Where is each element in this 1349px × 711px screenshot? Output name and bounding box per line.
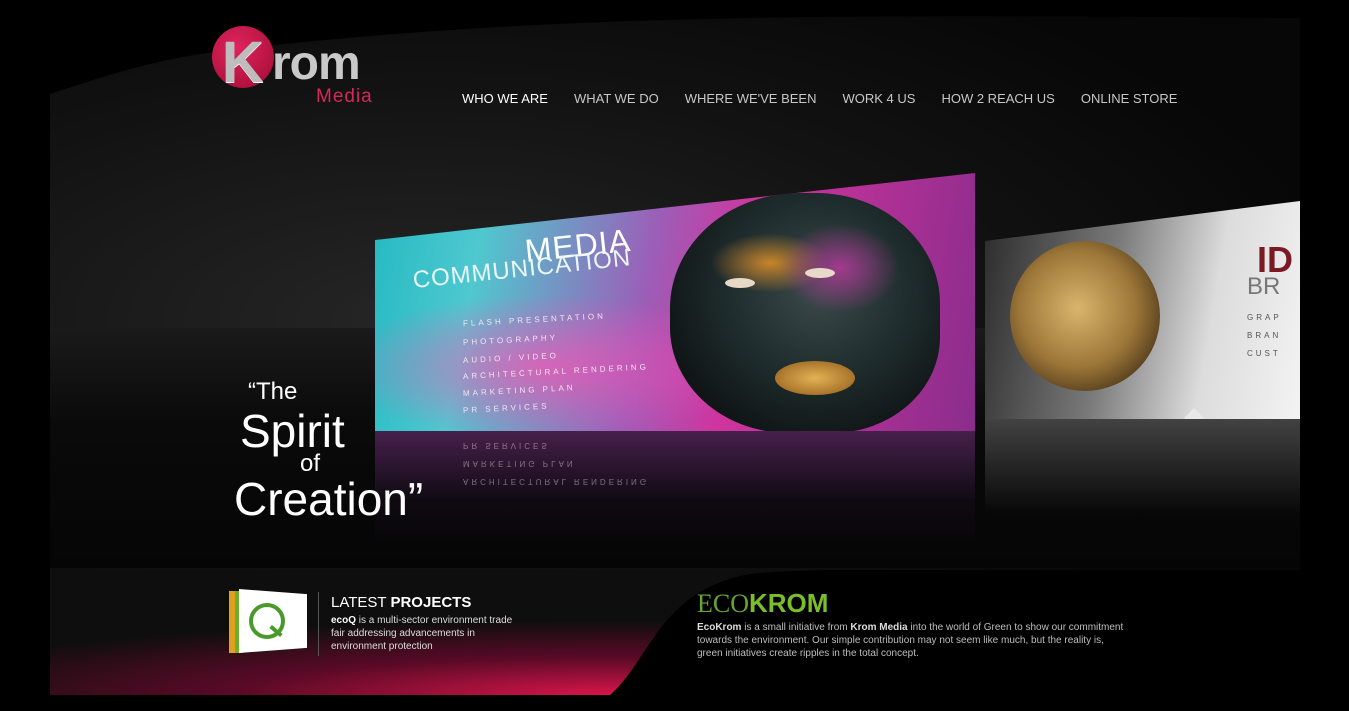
banner-side-title2: BR [1247,273,1281,300]
reflection-text: MARKETING PLAN [463,459,576,468]
logo-letter: K [222,30,264,95]
quote-line: “The [248,378,298,405]
banner-title-communication: COMMUNICATION [411,244,633,294]
latest-projects-text: ecoQ is a multi-sector environment trade… [331,614,521,653]
banner-main-reflection: PR SERVICES MARKETING PLAN ARCHITECTURAL… [375,431,975,546]
nav-where-weve-been[interactable]: WHERE WE'VE BEEN [685,91,817,106]
latest-projects-heading: LATEST PROJECTS [331,594,471,611]
krom-media-name: Krom Media [850,622,908,633]
nav-work-4-us[interactable]: WORK 4 US [842,91,915,106]
reflection-text: PR SERVICES [463,441,550,450]
painted-face-image [670,193,940,431]
face-lips [775,361,855,395]
reflection-text: ARCHITECTURAL RENDERING [463,477,650,486]
logo-wordmark: rom [272,37,361,90]
face-eye-left [725,278,755,288]
face-eye-right [805,268,835,278]
main-nav: WHO WE ARE WHAT WE DO WHERE WE'VE BEEN W… [462,91,1203,106]
nav-how-2-reach-us[interactable]: HOW 2 REACH US [941,91,1054,106]
ecokrom-text: EcoKrom is a small initiative from Krom … [697,621,1127,660]
eco-text-part: is a small initiative from [741,622,851,633]
quote-line: Creation” [234,473,424,525]
face-paint-purple [780,223,900,313]
tagline-quote: “The Spirit of Creation” [234,378,454,525]
project-description: is a multi-sector environment trade fair… [331,615,513,652]
eco-logo-part1: ECO [697,589,749,618]
banner-side-item: GRAP [1247,313,1282,322]
nav-online-store[interactable]: ONLINE STORE [1081,91,1178,106]
banner-side-item: CUST [1247,349,1281,358]
ecokrom-name: EcoKrom [697,622,742,633]
ecoq-logo[interactable] [229,589,307,653]
banner-side-item: BRAN [1247,331,1282,340]
banner-side-reflection [985,419,1300,514]
nav-who-we-are[interactable]: WHO WE ARE [462,91,548,106]
ecokrom-logo[interactable]: ECOKROM [697,588,828,619]
section-divider [318,592,319,656]
venetian-mask-image [1010,241,1160,391]
project-name[interactable]: ecoQ [331,615,356,626]
logo-subtitle: Media [316,86,373,107]
next-arrow-icon[interactable] [1184,408,1204,419]
krom-media-logo[interactable]: K rom Media [212,26,402,108]
quote-line: Spirit [240,405,345,457]
heading-bold: PROJECTS [390,594,472,611]
nav-what-we-do[interactable]: WHAT WE DO [574,91,659,106]
heading-normal: LATEST [331,594,391,611]
eco-logo-part2: KROM [749,588,829,618]
